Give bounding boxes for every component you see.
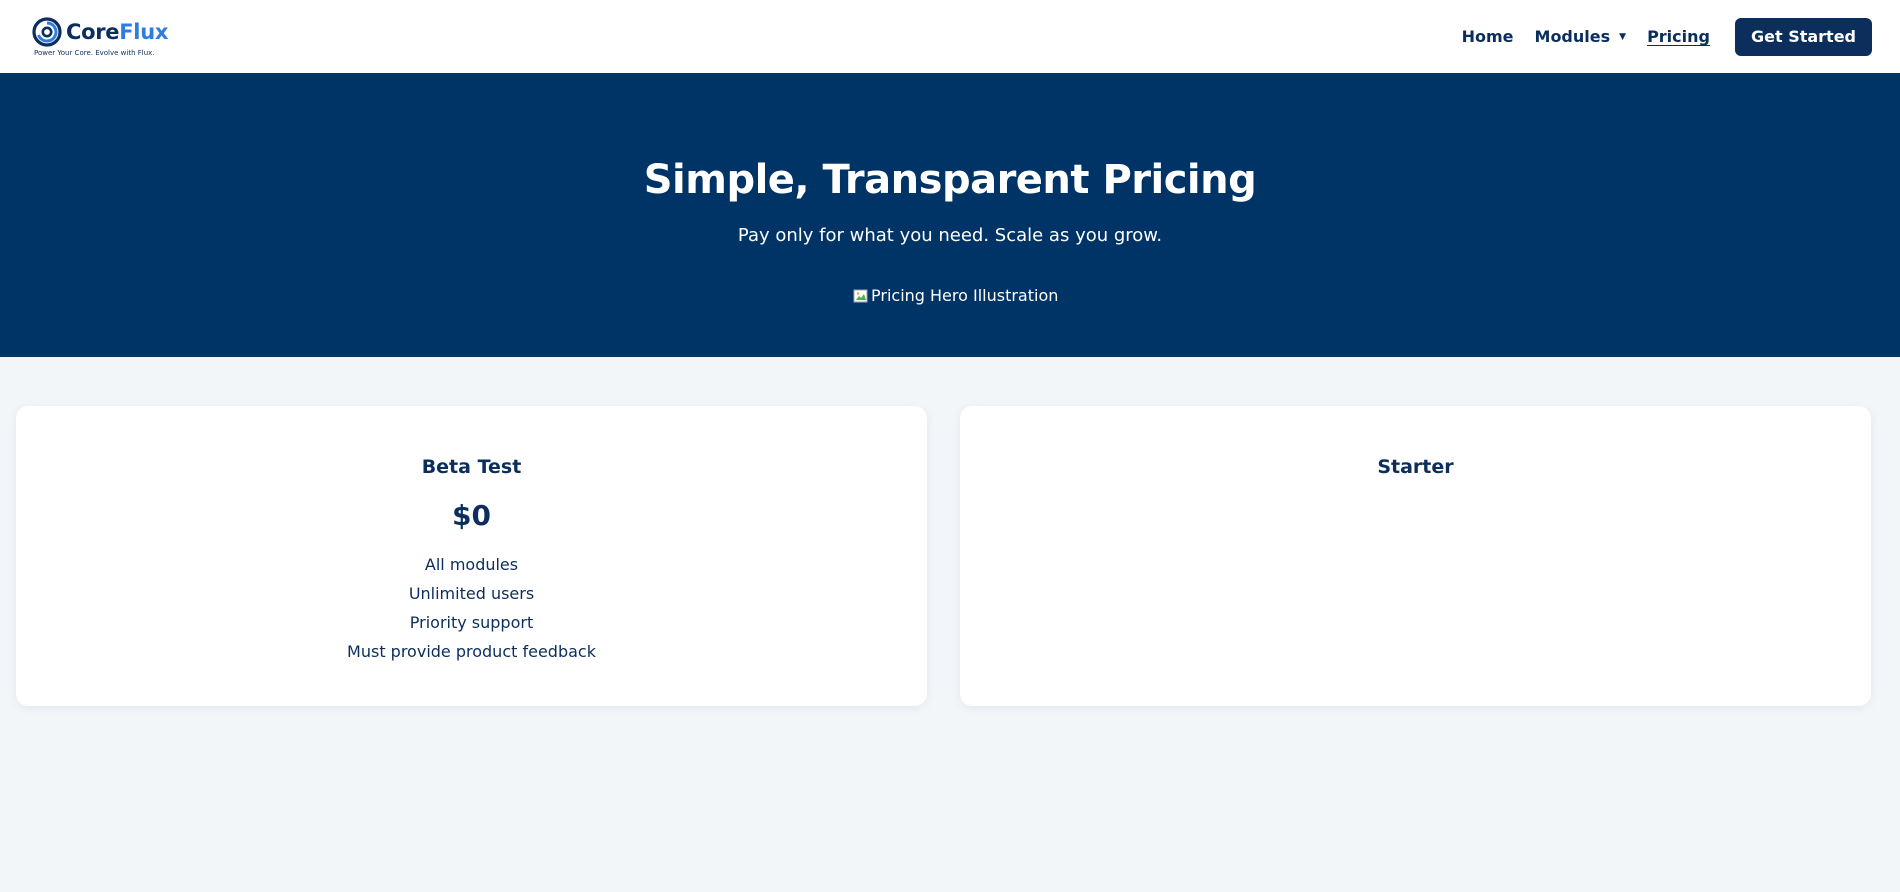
brand-logo[interactable]: CoreFlux Power Your Core. Evolve with Fl… bbox=[32, 16, 168, 57]
hero-illustration: Pricing Hero Illustration bbox=[853, 286, 1058, 305]
nav-home-link[interactable]: Home bbox=[1462, 27, 1514, 46]
get-started-button[interactable]: Get Started bbox=[1734, 17, 1872, 56]
brand-tagline: Power Your Core. Evolve with Flux. bbox=[34, 48, 155, 57]
pricing-card-starter: Starter bbox=[960, 406, 1871, 706]
nav-modules-dropdown[interactable]: Modules ▼ bbox=[1535, 27, 1627, 46]
feature-item: Unlimited users bbox=[408, 584, 535, 603]
brand-name-core: Core bbox=[66, 19, 120, 44]
plan-features: All modules Unlimited users Priority sup… bbox=[16, 550, 927, 666]
site-header: CoreFlux Power Your Core. Evolve with Fl… bbox=[0, 0, 1900, 73]
feature-item: Priority support bbox=[409, 613, 534, 632]
plan-name: Beta Test bbox=[421, 456, 522, 478]
pricing-card-beta: Beta Test $0 All modules Unlimited users… bbox=[16, 406, 927, 706]
feature-item: Must provide product feedback bbox=[347, 642, 596, 661]
hero-subtitle: Pay only for what you need. Scale as you… bbox=[737, 225, 1163, 246]
pricing-hero: Simple, Transparent Pricing Pay only for… bbox=[0, 73, 1900, 357]
hero-title: Simple, Transparent Pricing bbox=[643, 157, 1257, 203]
broken-image-icon bbox=[853, 289, 868, 302]
nav-modules-label: Modules bbox=[1534, 27, 1611, 46]
brand-name-flux: Flux bbox=[119, 19, 169, 44]
plan-name: Starter bbox=[1377, 456, 1454, 478]
hero-image-alt-text: Pricing Hero Illustration bbox=[871, 286, 1059, 305]
caret-down-icon: ▼ bbox=[1619, 31, 1627, 42]
brand-name: CoreFlux bbox=[66, 20, 168, 44]
plan-price: $0 bbox=[452, 499, 491, 532]
feature-item: All modules bbox=[424, 555, 519, 574]
main-nav: Home Modules ▼ Pricing Get Started bbox=[1441, 17, 1872, 56]
nav-pricing-link[interactable]: Pricing bbox=[1647, 27, 1710, 46]
spiral-logo-icon bbox=[32, 16, 62, 47]
brand-row: CoreFlux bbox=[32, 16, 168, 47]
